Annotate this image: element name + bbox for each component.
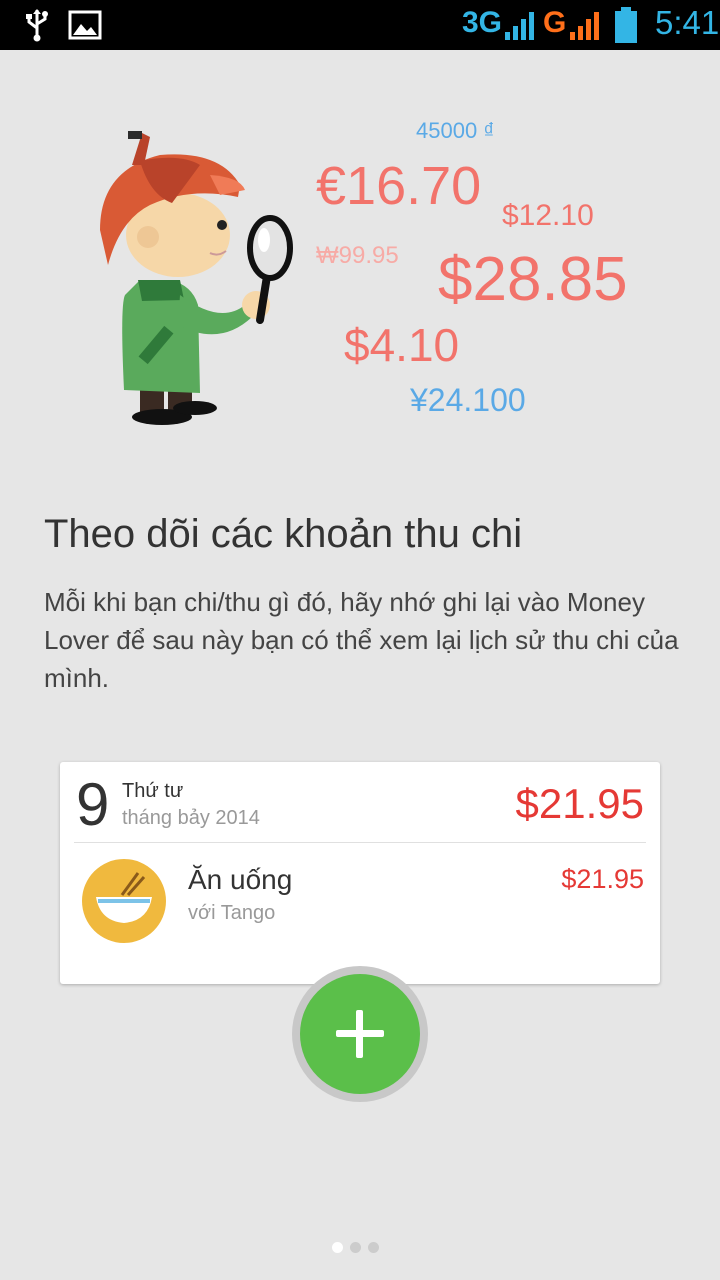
page-dot-1[interactable] bbox=[332, 1242, 343, 1253]
status-bar: 3G G 5:41 bbox=[0, 0, 720, 50]
amount-eur: €16.70 bbox=[316, 156, 482, 216]
page-indicator bbox=[332, 1240, 386, 1258]
intro-title: Theo dõi các khoản thu chi bbox=[44, 512, 523, 556]
card-total: $21.95 bbox=[515, 780, 644, 827]
network-type-label: 3G bbox=[462, 6, 503, 39]
gallery-icon bbox=[68, 10, 102, 40]
amount-krw: ₩99.95 bbox=[316, 242, 399, 269]
page-dot-3[interactable] bbox=[368, 1242, 379, 1253]
status-time: 5:41 bbox=[655, 4, 720, 41]
transaction-with: với Tango bbox=[188, 902, 276, 924]
page-dot-2[interactable] bbox=[350, 1242, 361, 1253]
card-day: 9 bbox=[76, 771, 110, 838]
usb-icon bbox=[26, 9, 48, 42]
add-transaction-button[interactable] bbox=[300, 974, 420, 1094]
battery-icon bbox=[615, 7, 637, 43]
food-bowl-icon bbox=[82, 859, 166, 943]
transaction-category: Ăn uống bbox=[188, 864, 293, 895]
intro-description: Mỗi khi bạn chi/thu gì đó, hãy nhớ ghi l… bbox=[44, 587, 679, 693]
card-weekday: Thứ tư bbox=[122, 780, 184, 802]
amount-jpy: ¥24.100 bbox=[410, 382, 526, 418]
network-type-label-2: G bbox=[543, 6, 567, 39]
transaction-amount: $21.95 bbox=[561, 864, 644, 894]
amount-usd-2: $28.85 bbox=[438, 245, 628, 314]
amount-vnd: 45000 ₫ bbox=[416, 118, 495, 143]
signal-icon bbox=[505, 12, 534, 40]
card-month-year: tháng bảy 2014 bbox=[122, 807, 260, 829]
signal-icon-2 bbox=[570, 12, 599, 40]
amount-usd-3: $4.10 bbox=[344, 319, 460, 371]
card-divider bbox=[74, 842, 646, 843]
detective-illustration bbox=[100, 131, 293, 425]
amount-usd-1: $12.10 bbox=[502, 199, 594, 232]
sample-transaction-card: 9 Thứ tư tháng bảy 2014 $21.95 Ăn uống v… bbox=[60, 762, 660, 984]
